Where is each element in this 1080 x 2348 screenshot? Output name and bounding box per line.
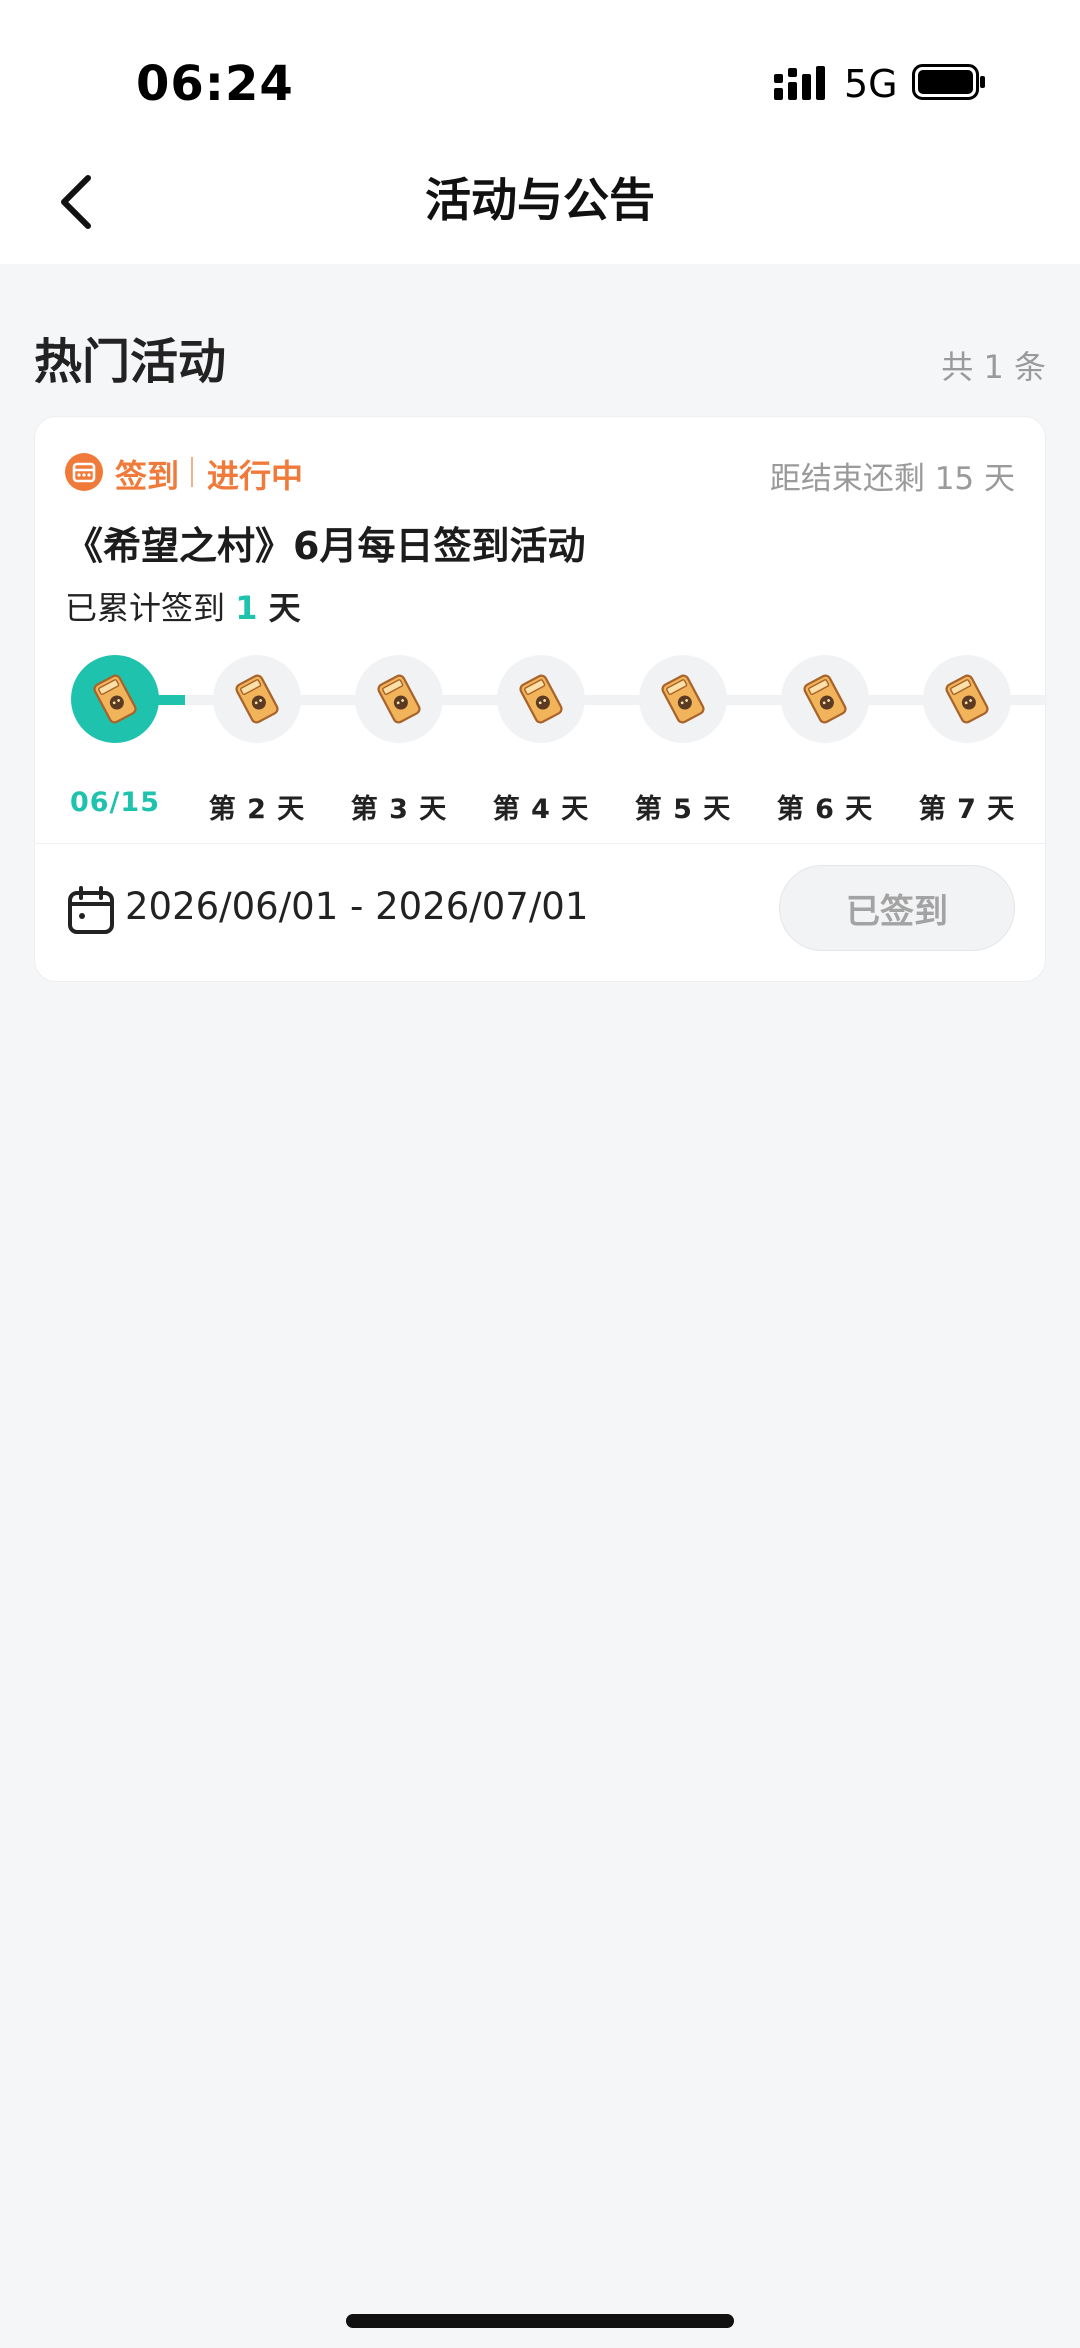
- calendar-badge-icon: [65, 453, 103, 491]
- checked-in-button[interactable]: 已签到: [779, 865, 1015, 951]
- checkin-day-4: 第 4 天: [493, 655, 588, 825]
- network-type: 5G: [844, 62, 898, 106]
- checkin-day-label: 第 7 天: [918, 794, 1016, 825]
- reward-ticket-icon: [71, 655, 159, 743]
- battery-icon: [912, 64, 985, 100]
- cumulative-checkin: 已累计签到 1 天: [65, 583, 301, 629]
- checkin-day-label: 第 4 天: [492, 794, 590, 825]
- status-bar: 06:24 5G: [0, 0, 1080, 150]
- time-remaining: 距结束还剩 15 天: [769, 461, 1015, 497]
- section-count: 共 1 条: [941, 348, 1046, 386]
- checkin-day-label: 06/15: [69, 787, 160, 818]
- checkin-day-6: 第 6 天: [777, 655, 872, 825]
- tag-separator: [191, 457, 193, 487]
- cumulative-unit: 天: [257, 589, 301, 627]
- activity-title: 《希望之村》6月每日签到活动: [65, 524, 586, 568]
- nav-bar: 活动与公告: [0, 150, 1080, 264]
- reward-ticket-icon: [213, 655, 301, 743]
- activity-type-tag: 签到: [115, 457, 180, 495]
- signal-icon: [774, 66, 825, 100]
- checkin-day-3: 第 3 天: [351, 655, 446, 825]
- checkin-day-label: 第 6 天: [776, 794, 874, 825]
- checkin-day-label: 第 3 天: [350, 794, 448, 825]
- reward-ticket-icon: [639, 655, 727, 743]
- checkin-day-2: 第 2 天: [209, 655, 304, 825]
- calendar-icon: [68, 886, 114, 934]
- reward-ticket-icon: [781, 655, 869, 743]
- page-title: 活动与公告: [425, 173, 655, 227]
- cumulative-days: 1: [235, 589, 258, 627]
- home-indicator[interactable]: [346, 2314, 734, 2328]
- checkin-day-label: 第 5 天: [634, 794, 732, 825]
- reward-ticket-icon: [355, 655, 443, 743]
- card-divider: [35, 843, 1047, 844]
- activity-card[interactable]: 签到 进行中 距结束还剩 15 天 《希望之村》6月每日签到活动 已累计签到 1…: [34, 416, 1047, 982]
- checkin-day-7: 第 7 天: [919, 655, 1014, 825]
- reward-ticket-icon: [497, 655, 585, 743]
- checkin-day-label: 第 2 天: [208, 794, 306, 825]
- cumulative-prefix: 已累计签到: [65, 589, 236, 627]
- activity-date-range: 2026/06/01 - 2026/07/01: [125, 885, 589, 928]
- reward-ticket-icon: [923, 655, 1011, 743]
- section-title: 热门活动: [34, 334, 227, 390]
- checkin-day-1: 06/15: [70, 655, 159, 818]
- status-time: 06:24: [136, 56, 294, 112]
- activity-status-tag: 进行中: [207, 457, 304, 495]
- checkin-day-5: 第 5 天: [635, 655, 730, 825]
